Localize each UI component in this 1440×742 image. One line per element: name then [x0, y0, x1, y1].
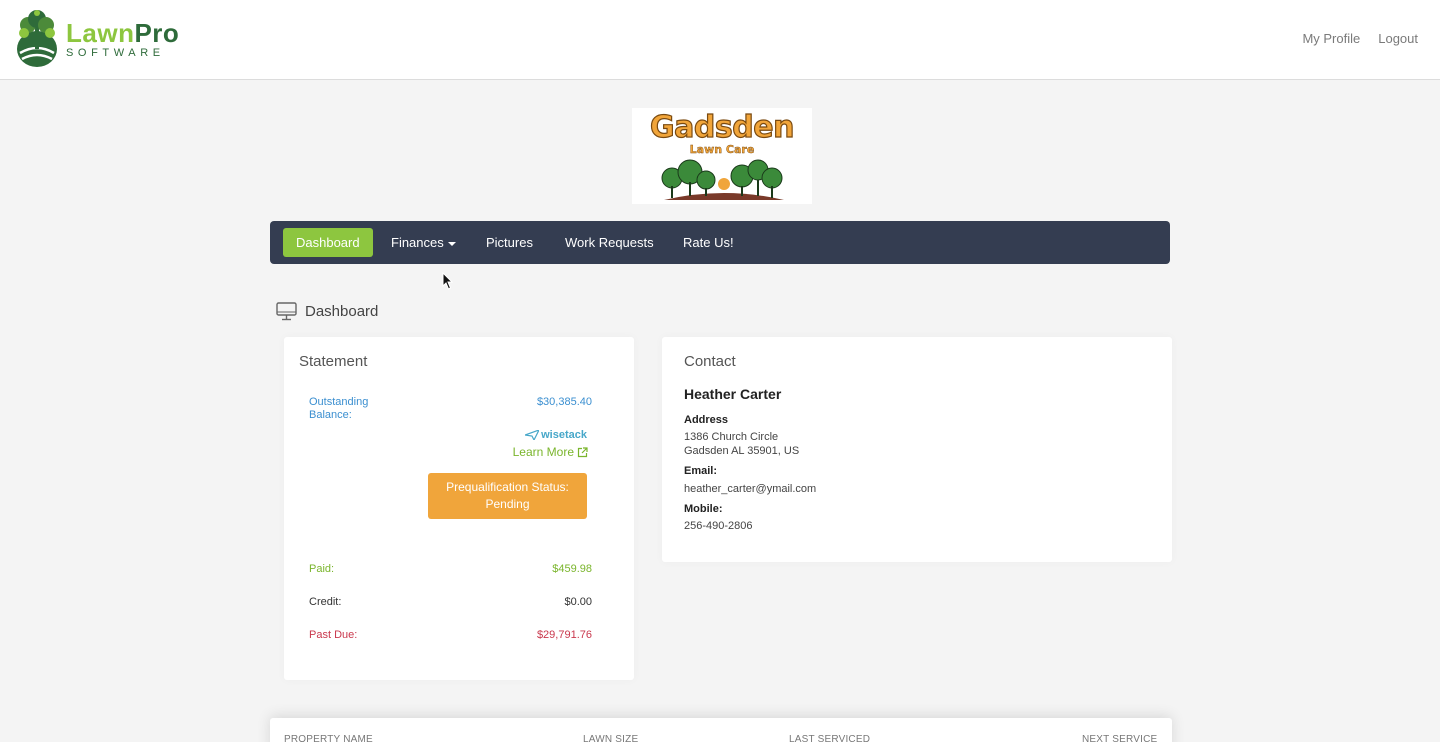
nav-rate-us[interactable]: Rate Us! — [670, 228, 747, 257]
my-profile-link[interactable]: My Profile — [1302, 31, 1360, 46]
outstanding-balance-label: Outstanding Balance: — [309, 396, 369, 421]
nav-finances-label: Finances — [391, 235, 444, 250]
credit-label: Credit: — [309, 596, 342, 608]
page-title-text: Dashboard — [305, 303, 379, 320]
nav-work-requests[interactable]: Work Requests — [552, 228, 667, 257]
column-header-next-service[interactable]: NEXT SERVICE — [1082, 734, 1157, 742]
tree-logo-icon — [17, 10, 57, 67]
mobile-value[interactable]: 256-490-2806 — [684, 519, 753, 533]
lawnpro-logo[interactable]: LawnPro SOFTWARE — [14, 8, 179, 70]
past-due-label: Past Due: — [309, 629, 358, 641]
address-value: 1386 Church Circle Gadsden AL 35901, US — [684, 431, 800, 457]
statement-card: Statement Outstanding Balance: $30,385.4… — [284, 337, 634, 680]
column-header-last-serviced[interactable]: LAST SERVICED — [789, 734, 870, 742]
top-bar: LawnPro SOFTWARE My Profile Logout — [0, 0, 1440, 80]
brand-name: LawnPro — [66, 17, 180, 48]
monitor-icon — [276, 302, 297, 321]
column-header-property-name[interactable]: PROPERTY NAME — [284, 734, 373, 742]
outstanding-balance-value: $30,385.40 — [536, 396, 592, 408]
column-header-lawn-size[interactable]: LAWN SIZE — [583, 734, 638, 742]
paid-label: Paid: — [309, 563, 335, 575]
main-nav: Dashboard Finances Pictures Work Request… — [270, 221, 1170, 264]
contact-title: Contact — [684, 353, 736, 370]
company-logo-subtitle: Lawn Care — [689, 143, 755, 156]
company-logo: Gadsden Lawn Care — [632, 108, 812, 204]
mobile-label: Mobile: — [684, 503, 723, 515]
page-title: Dashboard — [276, 302, 378, 321]
statement-title: Statement — [299, 353, 368, 370]
top-links: My Profile Logout — [1302, 31, 1418, 46]
logout-link[interactable]: Logout — [1378, 31, 1418, 46]
past-due-value: $29,791.76 — [536, 629, 592, 641]
email-value[interactable]: heather_carter@ymail.com — [684, 482, 816, 496]
contact-name: Heather Carter — [684, 386, 782, 402]
nav-finances[interactable]: Finances — [378, 228, 469, 257]
trees-illustration-icon — [661, 159, 784, 200]
nav-pictures[interactable]: Pictures — [473, 228, 546, 257]
nav-dashboard[interactable]: Dashboard — [283, 228, 373, 257]
contact-card: Contact Heather Carter Address 1386 Chur… — [662, 337, 1172, 562]
caret-down-icon — [447, 241, 456, 246]
company-logo-title: Gadsden — [649, 109, 795, 145]
paid-value: $459.98 — [552, 563, 592, 575]
email-label: Email: — [684, 465, 718, 477]
properties-table: PROPERTY NAME LAWN SIZE LAST SERVICED NE… — [270, 718, 1172, 742]
mouse-cursor-icon — [442, 272, 454, 290]
prequalification-status-button[interactable]: Prequalification Status: Pending — [428, 473, 587, 519]
address-label: Address — [684, 414, 729, 426]
brand-subtitle: SOFTWARE — [66, 46, 165, 59]
learn-more-link[interactable]: Learn More — [513, 445, 588, 459]
paper-plane-icon — [525, 430, 540, 440]
credit-value: $0.00 — [564, 596, 592, 608]
external-link-icon — [577, 446, 588, 457]
wisetack-logo: wisetack — [525, 429, 587, 441]
